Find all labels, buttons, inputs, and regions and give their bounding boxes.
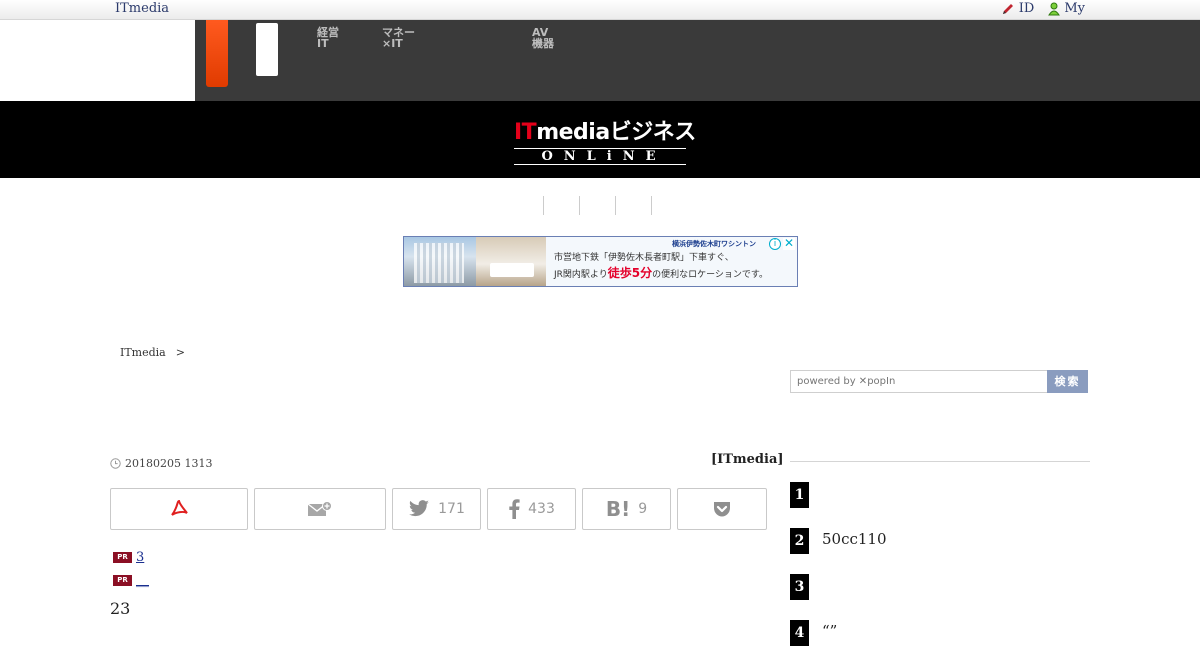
subnav-divider	[543, 196, 544, 215]
pr-link[interactable]: __	[136, 573, 149, 588]
pocket-button[interactable]	[677, 488, 767, 530]
logo-wordmark: ITmediaビジネス	[514, 114, 696, 146]
logo-it: IT	[514, 120, 537, 145]
ad-hotel-photo	[404, 237, 476, 286]
nav-item-line2: 機器	[532, 37, 554, 50]
logo-media: media	[536, 120, 610, 145]
user-icon	[1048, 2, 1061, 15]
article-author: [ITmedia]	[711, 452, 784, 467]
subnav-divider	[579, 196, 580, 215]
ad-line2-post: の便利なロケーションです。	[652, 270, 769, 280]
my-label: My	[1064, 1, 1085, 16]
breadcrumb-separator: >	[175, 346, 185, 359]
facebook-share-button[interactable]: 433	[487, 488, 576, 530]
nav-dark-panel	[195, 20, 1200, 101]
ad-close-icon[interactable]: ✕	[783, 237, 795, 250]
nav-item-management[interactable]: 経営 IT	[317, 27, 339, 49]
subnav-divider	[651, 196, 652, 215]
pr-badge: PR	[113, 552, 132, 563]
pr-link-item[interactable]: PR 3	[113, 550, 144, 565]
main-nav	[0, 20, 1200, 101]
my-link[interactable]: My	[1048, 1, 1085, 16]
hatena-icon: B!	[605, 497, 631, 521]
pdf-button[interactable]	[110, 488, 248, 530]
search-input[interactable]	[790, 370, 1048, 393]
ad-line1: 市営地下鉄「伊勢佐木長者町駅」下車すぐ、	[554, 253, 734, 263]
article-date: 20180205 1313	[110, 457, 212, 470]
ad-line2-highlight: 徒歩5分	[607, 266, 653, 280]
id-label: ID	[1018, 1, 1035, 16]
logo-online: ONLiNE	[514, 148, 686, 165]
clock-icon	[110, 458, 121, 469]
pr-link-item[interactable]: PR __	[113, 573, 149, 588]
breadcrumb-home[interactable]: ITmedia	[120, 346, 166, 359]
nav-item-money[interactable]: マネー ×IT	[382, 27, 415, 49]
ranking-title[interactable]: “”	[822, 622, 837, 640]
nav-tab-white[interactable]	[256, 23, 278, 76]
article-body: 23	[110, 599, 131, 618]
nav-item-av[interactable]: AV 機器	[532, 27, 554, 49]
nav-item-line2: IT	[317, 37, 329, 50]
pdf-icon	[171, 499, 188, 516]
twitter-icon	[409, 500, 430, 517]
ad-line2-pre: JR関内駅より	[554, 270, 608, 280]
ranking-item[interactable]: 1	[790, 482, 1090, 508]
ad-info-icon[interactable]: i	[769, 238, 781, 250]
hatena-bookmark-button[interactable]: B! 9	[582, 488, 671, 530]
mail-button[interactable]	[254, 488, 386, 530]
twitter-count: 171	[438, 501, 465, 517]
nav-item-line2: ×IT	[382, 37, 403, 50]
site-search: 検索	[790, 370, 1088, 393]
id-link[interactable]: ID	[1001, 1, 1035, 16]
ad-banner[interactable]: 横浜伊勢佐木町ワシントン 市営地下鉄「伊勢佐木長者町駅」下車すぐ、 JR関内駅よ…	[403, 236, 798, 287]
mail-plus-icon	[307, 501, 332, 516]
ranking-number: 2	[790, 528, 809, 554]
ad-brand: 横浜伊勢佐木町ワシントン	[672, 240, 756, 248]
ad-room-photo	[476, 237, 546, 286]
hatena-count: 9	[638, 501, 648, 517]
pr-badge: PR	[113, 575, 132, 586]
pencil-icon	[1002, 3, 1013, 14]
top-bar: ITmedia ID My	[0, 0, 1200, 20]
twitter-share-button[interactable]: 171	[392, 488, 481, 530]
subnav-divider	[615, 196, 616, 215]
date-text: 20180205 1313	[125, 457, 213, 470]
search-button[interactable]: 検索	[1047, 370, 1088, 393]
pr-link[interactable]: 3	[136, 550, 144, 565]
facebook-icon	[509, 499, 520, 519]
sidebar-divider	[790, 461, 1090, 462]
logo-jp: ビジネス	[609, 120, 697, 145]
itmedia-home-link[interactable]: ITmedia	[115, 1, 169, 16]
pocket-icon	[714, 502, 730, 517]
ranking-item[interactable]: 4 “”	[790, 620, 1090, 646]
ad-text: 市営地下鉄「伊勢佐木長者町駅」下車すぐ、 JR関内駅より徒歩5分の便利なロケーシ…	[554, 251, 768, 283]
ranking-item[interactable]: 2 50cc110	[790, 528, 1090, 554]
ranking-title[interactable]: 50cc110	[822, 530, 887, 548]
site-logo[interactable]: ITmediaビジネス ONLiNE	[514, 114, 696, 165]
facebook-count: 433	[528, 501, 555, 517]
ranking-item[interactable]: 3	[790, 574, 1090, 600]
account-links: ID My	[1001, 1, 1085, 16]
ranking-number: 4	[790, 620, 809, 646]
breadcrumb: ITmedia >	[120, 346, 185, 359]
ranking-number: 1	[790, 482, 809, 508]
nav-tab-orange[interactable]	[206, 20, 228, 87]
ranking-number: 3	[790, 574, 809, 600]
